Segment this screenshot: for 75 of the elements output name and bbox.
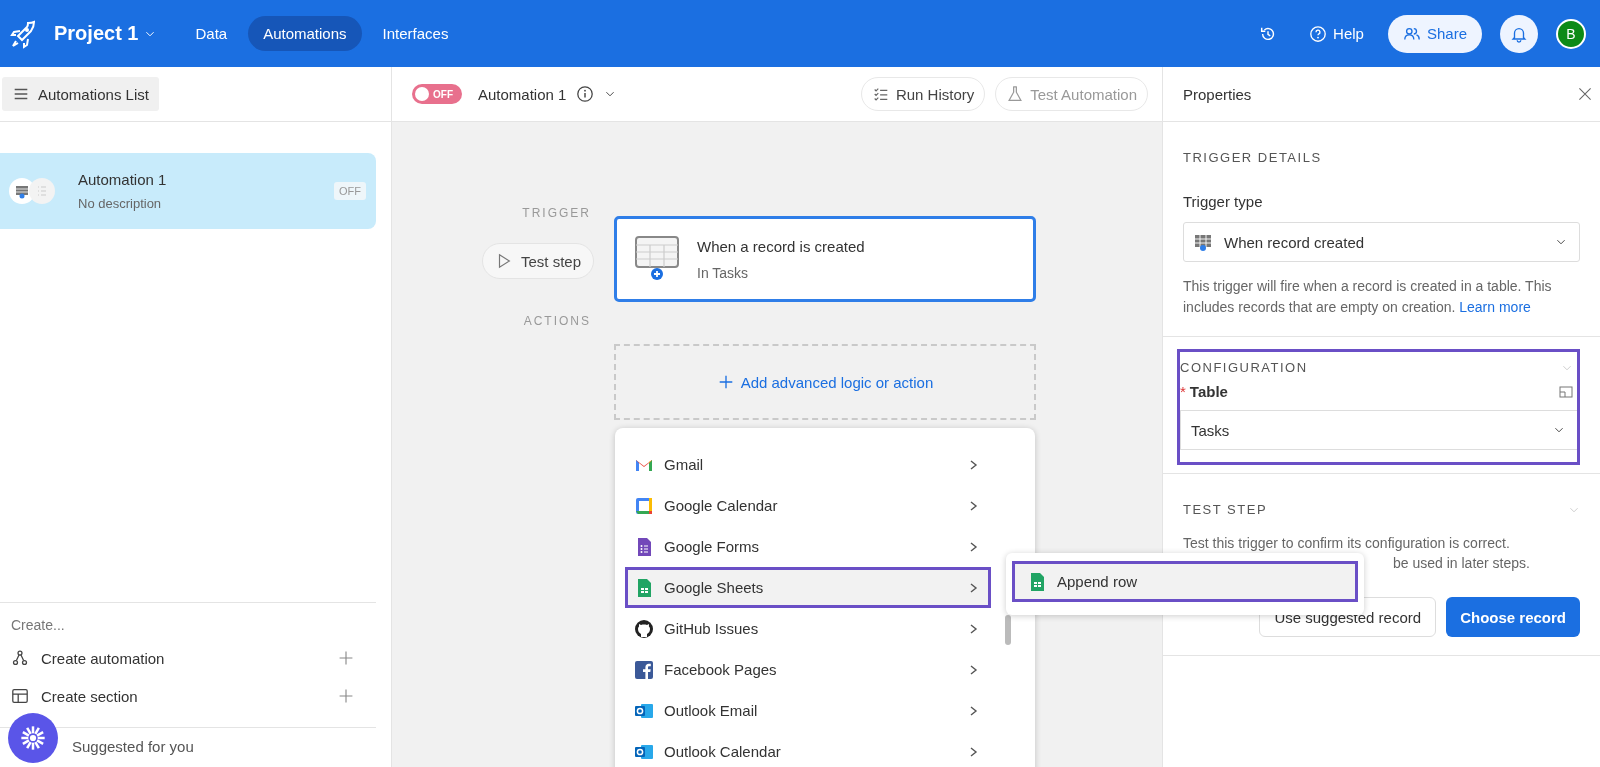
chevron-right-icon <box>968 499 978 512</box>
description-text: This trigger will fire when a record is created in a table. This includes records that are empty on creation. Learn more <box>1183 277 1553 317</box>
chevron-right-icon <box>968 704 978 717</box>
share-button[interactable]: Share <box>1387 14 1482 53</box>
section-heading: TEST STEP <box>1183 502 1268 517</box>
menu-item[interactable]: GitHub Issues <box>625 608 991 649</box>
table-select[interactable]: Tasks <box>1180 410 1577 450</box>
create-item[interactable]: Create section <box>0 677 376 715</box>
automation-name: Automation 1 <box>78 171 168 188</box>
menu-item[interactable]: Google Sheets <box>625 567 991 608</box>
flask-icon <box>1006 85 1025 103</box>
field-label: * Table <box>1180 383 1228 400</box>
choose-record-button[interactable]: Choose record <box>1446 597 1580 637</box>
plus-icon <box>338 688 354 704</box>
section-heading: CONFIGURATION <box>1180 360 1308 375</box>
menu-item[interactable]: Outlook Email <box>625 690 991 731</box>
nav-tab[interactable]: Automations <box>248 16 362 51</box>
description-text: be used in later steps. <box>1392 555 1531 571</box>
question-icon <box>1309 24 1328 43</box>
project-menu[interactable]: Project 1 <box>54 22 157 45</box>
section-heading: Create... <box>10 617 66 635</box>
user-avatar[interactable]: B <box>1556 18 1586 49</box>
scrollbar[interactable] <box>1005 615 1011 645</box>
table-plus-icon <box>635 236 679 282</box>
menu-item[interactable]: Append row <box>1012 561 1358 602</box>
learn-more-link[interactable]: Learn more <box>1459 299 1531 315</box>
chevron-right-icon <box>968 540 978 553</box>
step-label: TRIGGER <box>521 206 592 220</box>
section-heading: TRIGGER DETAILS <box>1183 150 1322 165</box>
expand-icon[interactable] <box>1559 385 1573 398</box>
chevron-right-icon <box>968 458 978 471</box>
chevron-right-icon <box>968 745 978 758</box>
help-button[interactable]: Help <box>1303 18 1370 49</box>
status-label: OFF <box>334 182 366 200</box>
automation-title: Automation 1 <box>478 85 567 103</box>
chevron-right-icon <box>968 663 978 676</box>
rocket-icon <box>8 18 38 49</box>
flow-nodes-icon <box>11 649 29 667</box>
add-action-button[interactable]: Add advanced logic or action <box>614 344 1036 420</box>
sparkle-icon <box>19 724 47 752</box>
assistant-button[interactable] <box>8 713 58 763</box>
automation-description: No description <box>78 196 163 211</box>
description-text: Test this trigger to confirm its configuration is correct. <box>1183 535 1511 551</box>
plus-icon <box>338 650 354 666</box>
nav-tab[interactable]: Interfaces <box>367 16 464 51</box>
menu-item[interactable]: Gmail <box>625 444 991 485</box>
close-icon[interactable] <box>1578 87 1592 101</box>
menu-item[interactable]: Google Forms <box>625 526 991 567</box>
trigger-card[interactable]: When a record is created In Tasks <box>614 216 1036 302</box>
step-label: ACTIONS <box>522 314 592 328</box>
trigger-type-select[interactable]: When record created <box>1183 222 1580 262</box>
create-item[interactable]: Create automation <box>0 639 376 677</box>
test-step-button[interactable]: Test step <box>481 243 594 279</box>
field-label: Trigger type <box>1183 193 1264 210</box>
panel-title: Properties <box>1183 85 1252 103</box>
automation-item[interactable]: Automation 1 No description OFF <box>0 153 376 229</box>
notifications-button[interactable] <box>1500 14 1538 53</box>
automations-list-button[interactable]: Automations List <box>2 77 159 111</box>
github-cat-icon <box>634 618 654 639</box>
facebook-f-icon <box>634 659 654 680</box>
table-section-icon <box>11 687 29 705</box>
trigger-action-icon <box>8 177 56 205</box>
info-icon[interactable] <box>576 85 595 103</box>
trigger-subtitle: In Tasks <box>697 264 750 281</box>
menu-item[interactable]: Facebook Pages <box>625 649 991 690</box>
nav-tab[interactable]: Data <box>180 16 243 51</box>
chevron-right-icon <box>968 581 978 594</box>
menu-item[interactable]: Outlook Calendar <box>625 731 991 767</box>
checklist-icon <box>871 85 890 103</box>
menu-item[interactable]: Google Calendar <box>625 485 991 526</box>
calendar-icon <box>634 495 654 516</box>
table-icon <box>1194 233 1214 251</box>
trigger-title: When a record is created <box>697 237 865 255</box>
chevron-right-icon <box>968 622 978 635</box>
run-history-button[interactable]: Run History <box>860 77 986 111</box>
